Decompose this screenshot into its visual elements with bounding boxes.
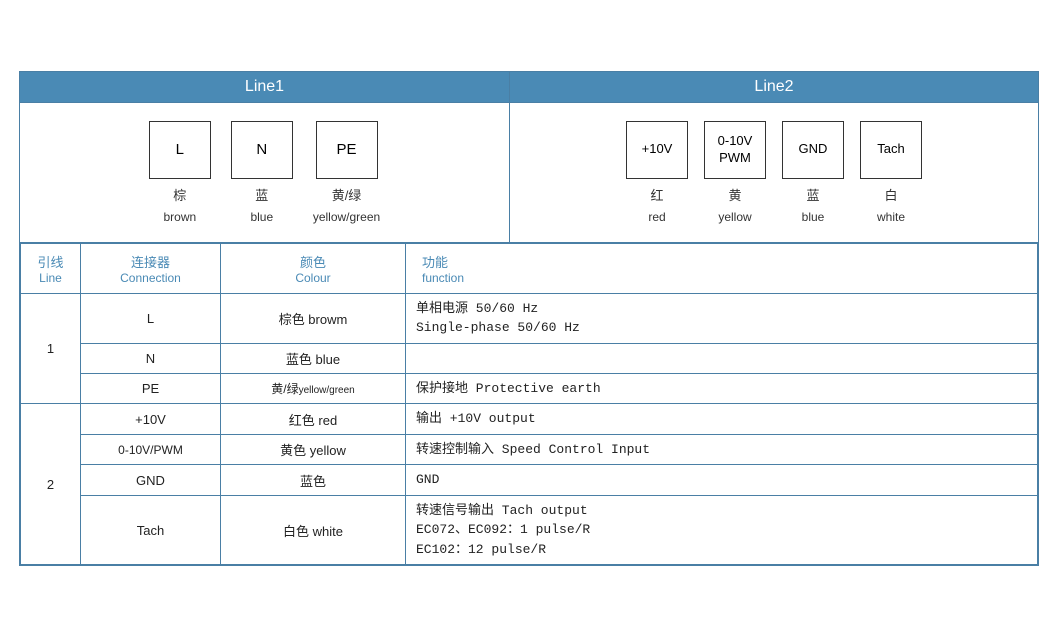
main-container: Line1 Line2 L棕brownN蓝bluePE黄/绿yellow/gre…	[19, 71, 1039, 567]
connector-box: N	[231, 121, 293, 179]
conn-10v: +10V	[81, 404, 221, 435]
connector-item: Tach 白 white	[860, 121, 922, 224]
header-line2: Line2	[510, 72, 1038, 102]
func-tach: 转速信号输出 Tach outputEC072、EC092：1 pulse/RE…	[406, 495, 1038, 565]
conn-tach: Tach	[81, 495, 221, 565]
func-L: 单相电源 50/60 HzSingle-phase 50/60 Hz	[406, 293, 1038, 343]
connector-box: GND	[782, 121, 844, 179]
table-row: PE 黄/绿yellow/green 保护接地 Protective earth	[21, 373, 1038, 404]
connector-label-en: yellow	[718, 210, 751, 224]
colour-gnd: 蓝色	[221, 465, 406, 496]
connector-label-cn: 蓝	[255, 185, 268, 204]
colour-L: 棕色 browm	[221, 293, 406, 343]
table-header-row: 引线 Line 连接器 Connection 颜色 Colour 功能	[21, 243, 1038, 293]
connector-label-cn: 黄	[728, 185, 741, 204]
table-row: Tach 白色 white 转速信号输出 Tach outputEC072、EC…	[21, 495, 1038, 565]
connector-box: L	[149, 121, 211, 179]
diagram-line2: +10V 红 red 0-10VPWM 黄 yellow GND 蓝 blue Tach 白 whit…	[510, 103, 1038, 242]
conn-N: N	[81, 343, 221, 373]
func-PE: 保护接地 Protective earth	[406, 373, 1038, 404]
conn-pwm: 0-10V/PWM	[81, 434, 221, 465]
connector-item: N蓝 blue	[231, 121, 293, 224]
conn-gnd: GND	[81, 465, 221, 496]
line-num-1: 1	[21, 293, 81, 404]
table-row: 0-10V/PWM 黄色 yellow 转速控制输入 Speed Control…	[21, 434, 1038, 465]
diagram-row: L棕brownN蓝bluePE黄/绿yellow/green +10V红red0…	[20, 103, 1038, 243]
connector-label-cn: 红	[650, 185, 663, 204]
connector-label-en: blue	[250, 210, 273, 224]
colour-pwm: 黄色 yellow	[221, 434, 406, 465]
connector-item: GND 蓝 blue	[782, 121, 844, 224]
connector-label-cn: 蓝	[806, 185, 819, 204]
data-table: 引线 Line 连接器 Connection 颜色 Colour 功能	[20, 243, 1038, 566]
func-N	[406, 343, 1038, 373]
connector-item: L棕 brown	[149, 121, 211, 224]
colour-tach: 白色 white	[221, 495, 406, 565]
connector-label-en: brown	[163, 210, 196, 224]
col-line-header: 引线 Line	[21, 243, 81, 293]
connector-label-en: white	[877, 210, 905, 224]
func-pwm: 转速控制输入 Speed Control Input	[406, 434, 1038, 465]
table-row: 1 L 棕色 browm 单相电源 50/60 HzSingle-phase 5…	[21, 293, 1038, 343]
connector-label-en: red	[648, 210, 665, 224]
connector-box: Tach	[860, 121, 922, 179]
diagram-line1: L棕 brown N蓝 blue PE 黄/绿 yellow/green	[20, 103, 510, 242]
func-10v: 输出 +10V output	[406, 404, 1038, 435]
connector-box: 0-10VPWM	[704, 121, 766, 179]
table-row: N 蓝色 blue	[21, 343, 1038, 373]
col-function-header: 功能 function	[406, 243, 1038, 293]
connector-item: PE 黄/绿 yellow/green	[313, 121, 380, 224]
conn-PE: PE	[81, 373, 221, 404]
connector-box: +10V	[626, 121, 688, 179]
connector-label-cn: 白	[884, 185, 897, 204]
connector-label-en: yellow/green	[313, 210, 380, 224]
header-line1: Line1	[20, 72, 510, 102]
connector-label-cn: 黄/绿	[332, 185, 362, 204]
connector-label-cn: 棕	[173, 185, 186, 204]
func-gnd: GND	[406, 465, 1038, 496]
col-connection-header: 连接器 Connection	[81, 243, 221, 293]
colour-10v: 红色 red	[221, 404, 406, 435]
connector-label-en: blue	[802, 210, 825, 224]
colour-N: 蓝色 blue	[221, 343, 406, 373]
header-row: Line1 Line2	[20, 72, 1038, 103]
connector-box: PE	[316, 121, 378, 179]
col-colour-header: 颜色 Colour	[221, 243, 406, 293]
table-row: 2 +10V 红色 red 输出 +10V output	[21, 404, 1038, 435]
connector-item: 0-10VPWM 黄 yellow	[704, 121, 766, 224]
table-row: GND 蓝色 GND	[21, 465, 1038, 496]
connector-item: +10V 红 red	[626, 121, 688, 224]
conn-L: L	[81, 293, 221, 343]
line-num-2: 2	[21, 404, 81, 565]
colour-PE: 黄/绿yellow/green	[221, 373, 406, 404]
